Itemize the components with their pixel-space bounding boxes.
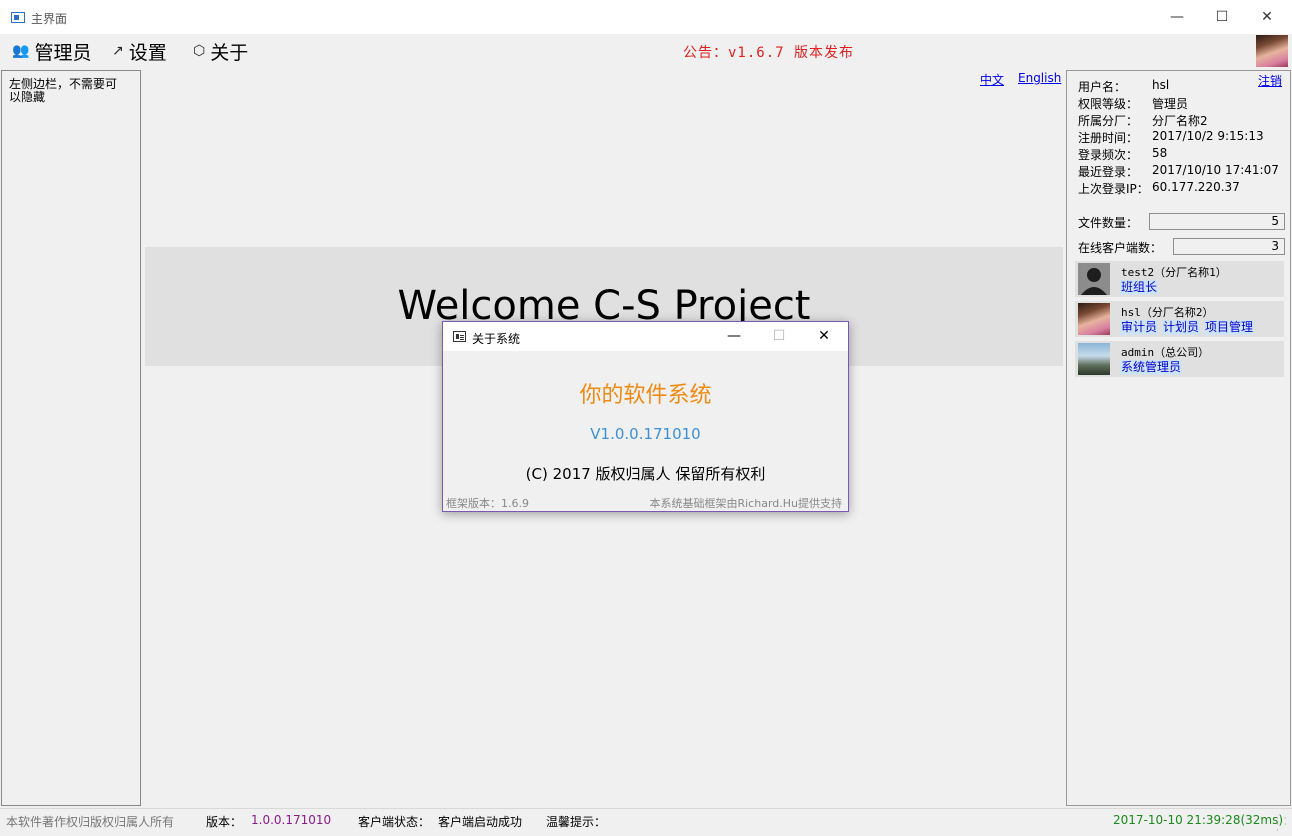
role-badge: 班组长 bbox=[1120, 280, 1159, 295]
left-sidebar: 左侧边栏，不需要可以隐藏 bbox=[1, 70, 141, 806]
role-badge: 项目管理 bbox=[1204, 320, 1255, 335]
file-count-label: 文件数量： bbox=[1078, 216, 1139, 230]
product-name: 你的软件系统 bbox=[579, 383, 712, 408]
menu-settings[interactable]: ↗ 设置 bbox=[112, 38, 167, 64]
window-titlebar[interactable] bbox=[0, 0, 1292, 34]
user-avatar[interactable] bbox=[1256, 35, 1288, 67]
register-time-value: 2017/10/2 9:15:13 bbox=[1152, 129, 1264, 143]
role-badge: 计划员 bbox=[1162, 320, 1201, 335]
last-login-value: 2017/10/10 17:41:07 bbox=[1152, 163, 1279, 177]
status-tip-label: 温馨提示： bbox=[546, 815, 607, 829]
copyright-text: (C) 2017 版权归属人 保留所有权利 bbox=[525, 465, 766, 483]
language-chinese-link[interactable]: 中文 bbox=[980, 71, 1004, 88]
resize-grip-icon[interactable]: · · · · · bbox=[1276, 815, 1288, 836]
permission-label: 权限等级： bbox=[1078, 97, 1139, 111]
factory-label: 所属分厂： bbox=[1078, 114, 1139, 128]
client-item[interactable]: admin（总公司） 系统管理员 bbox=[1075, 341, 1284, 377]
menu-admin[interactable]: 👥 管理员 bbox=[12, 38, 91, 64]
client-item[interactable]: hsl（分厂名称2） 审计员 计划员 项目管理 bbox=[1075, 301, 1284, 337]
photo-avatar bbox=[1078, 343, 1110, 375]
status-version-value: 1.0.0.171010 bbox=[251, 813, 332, 827]
client-item[interactable]: test2（分厂名称1） 班组长 bbox=[1075, 261, 1284, 297]
minimize-button[interactable]: — bbox=[1154, 0, 1200, 34]
dialog-maximize-button: ☐ bbox=[772, 328, 786, 344]
client-name: admin（总公司） bbox=[1121, 346, 1210, 359]
last-ip-value: 60.177.220.37 bbox=[1152, 180, 1240, 194]
status-client-value: 客户端启动成功 bbox=[438, 815, 523, 829]
status-version-label: 版本： bbox=[206, 815, 243, 829]
client-name: hsl（分厂名称2） bbox=[1121, 306, 1214, 319]
last-login-label: 最近登录： bbox=[1078, 165, 1139, 179]
users-icon: 👥 bbox=[12, 43, 30, 59]
window-title: 主界面 bbox=[31, 12, 68, 26]
online-clients-label: 在线客户端数： bbox=[1078, 241, 1163, 255]
dialog-close-button[interactable]: ✕ bbox=[801, 322, 847, 351]
client-name: test2（分厂名称1） bbox=[1121, 266, 1227, 279]
framework-version: 框架版本：1.6.9 bbox=[446, 497, 529, 510]
menu-about[interactable]: ⬡ 关于 bbox=[193, 38, 248, 64]
login-count-value: 58 bbox=[1152, 146, 1168, 160]
menu-about-label: 关于 bbox=[210, 41, 249, 64]
factory-value: 分厂名称2 bbox=[1152, 114, 1208, 128]
last-ip-label: 上次登录IP： bbox=[1078, 182, 1149, 196]
status-client-label: 客户端状态： bbox=[358, 815, 431, 829]
maximize-button[interactable]: ☐ bbox=[1199, 0, 1245, 34]
about-dialog[interactable]: 关于系统 — ☐ ✕ 你的软件系统 V1.0.0.171010 (C) 2017… bbox=[442, 321, 849, 512]
login-count-label: 登录频次： bbox=[1078, 148, 1139, 162]
register-time-label: 注册时间： bbox=[1078, 131, 1139, 145]
role-badge: 审计员 bbox=[1120, 320, 1159, 335]
arrow-icon: ↗ bbox=[112, 43, 124, 59]
username-label: 用户名： bbox=[1078, 80, 1127, 94]
product-version: V1.0.0.171010 bbox=[590, 425, 701, 443]
role-badge: 系统管理员 bbox=[1120, 360, 1183, 375]
logout-link[interactable]: 注销 bbox=[1258, 72, 1282, 89]
photo-avatar bbox=[1078, 303, 1110, 335]
dialog-window-icon bbox=[453, 331, 466, 342]
cube-icon: ⬡ bbox=[193, 43, 206, 59]
status-datetime: 2017-10-10 21:39:28(32ms) bbox=[1113, 813, 1284, 827]
dialog-minimize-button[interactable]: — bbox=[711, 322, 757, 351]
menu-settings-label: 设置 bbox=[128, 41, 167, 64]
dialog-title: 关于系统 bbox=[472, 332, 521, 346]
language-english-link[interactable]: English bbox=[1018, 71, 1061, 85]
support-credit: 本系统基础框架由Richard.Hu提供支持 bbox=[649, 497, 842, 510]
menu-admin-label: 管理员 bbox=[34, 41, 92, 64]
announcement-text: 公告：v1.6.7 版本发布 bbox=[683, 45, 855, 61]
username-value: hsl bbox=[1152, 78, 1170, 92]
close-button[interactable]: ✕ bbox=[1244, 0, 1290, 34]
default-avatar-icon bbox=[1078, 263, 1110, 295]
status-copyright: 本软件著作权归版权归属人所有 bbox=[6, 815, 175, 829]
file-count-value: 5 bbox=[1149, 213, 1285, 230]
app-icon bbox=[11, 12, 25, 23]
sidebar-note: 左侧边栏，不需要可以隐藏 bbox=[9, 77, 118, 104]
status-bar bbox=[0, 808, 1292, 832]
permission-value: 管理员 bbox=[1152, 97, 1189, 111]
online-clients-value: 3 bbox=[1173, 238, 1285, 255]
